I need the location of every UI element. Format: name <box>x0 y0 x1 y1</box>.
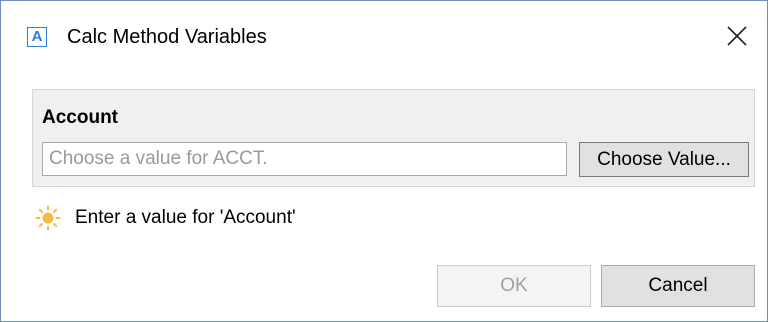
sun-icon <box>35 205 61 231</box>
calc-method-variables-dialog: A Calc Method Variables Account Choose V… <box>0 0 768 322</box>
window-title: Calc Method Variables <box>67 26 267 48</box>
account-label: Account <box>42 107 118 128</box>
account-value-input[interactable] <box>42 142 567 176</box>
ok-button[interactable]: OK <box>437 265 591 307</box>
cancel-button[interactable]: Cancel <box>601 265 755 307</box>
title-bar[interactable]: A Calc Method Variables <box>1 1 767 75</box>
validation-message-text: Enter a value for 'Account' <box>75 207 296 228</box>
close-button[interactable] <box>717 17 757 57</box>
choose-value-button[interactable]: Choose Value... <box>579 142 749 177</box>
close-icon <box>727 26 747 46</box>
account-variable-group: Account Choose Value... <box>32 89 755 187</box>
app-logo-icon: A <box>27 27 47 47</box>
